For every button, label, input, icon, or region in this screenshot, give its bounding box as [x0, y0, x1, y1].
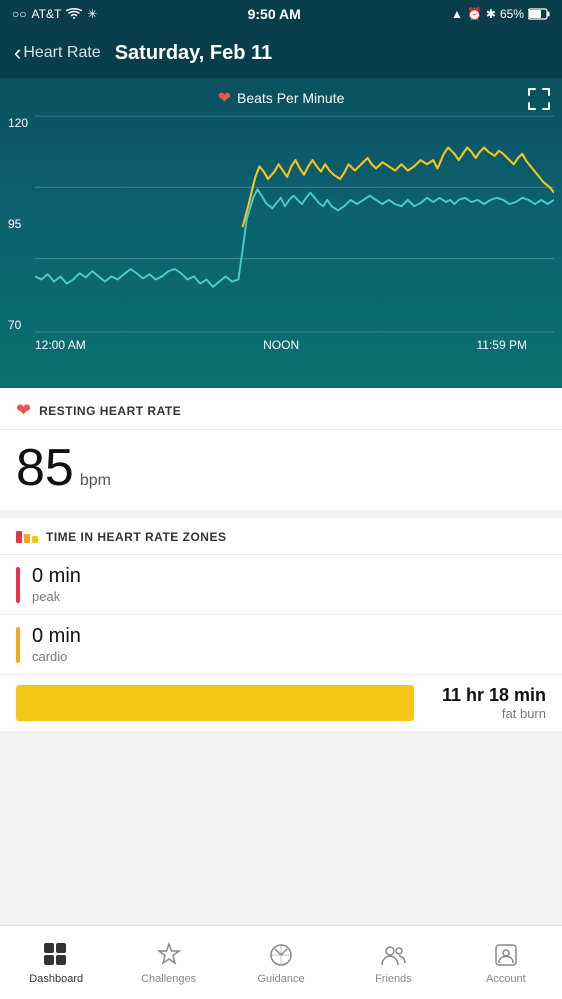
x-label-start: 12:00 AM: [35, 338, 86, 352]
peak-info: 0 min peak: [32, 565, 81, 604]
nav-header: ‹ Heart Rate Saturday, Feb 11: [0, 28, 562, 78]
heart-icon: ❤: [16, 400, 31, 421]
tab-challenges[interactable]: Challenges: [112, 935, 224, 991]
zones-icon: [16, 531, 38, 543]
peak-label: peak: [32, 589, 81, 604]
fatburn-time: 11 hr 18 min: [426, 685, 546, 706]
peak-time: 0 min: [32, 565, 81, 588]
cardio-label: cardio: [32, 649, 81, 664]
wifi-icon: [66, 8, 82, 20]
tab-account[interactable]: Account: [450, 935, 562, 991]
status-right: ▲ ⏰ ✱ 65%: [451, 7, 550, 21]
back-button[interactable]: ‹ Heart Rate: [14, 40, 101, 66]
chart-legend-label: Beats Per Minute: [237, 90, 344, 106]
zones-icon-fatburn: [32, 536, 38, 543]
y-axis-labels: 120 95 70: [8, 114, 28, 334]
y-label-95: 95: [8, 217, 28, 231]
friends-icon: [379, 941, 407, 969]
x-label-noon: NOON: [263, 338, 299, 352]
back-label: Heart Rate: [23, 44, 100, 62]
zones-section: TIME IN HEART RATE ZONES 0 min peak 0 mi…: [0, 518, 562, 731]
tab-challenges-label: Challenges: [141, 973, 196, 985]
tab-friends-label: Friends: [375, 973, 412, 985]
guidance-icon: [267, 941, 295, 969]
resting-value-row: 85 bpm: [0, 430, 562, 510]
chart-svg-container: 120 95 70: [0, 114, 562, 334]
status-left: ○○ AT&T ✳: [12, 7, 97, 21]
bluetooth-icon: ✱: [486, 7, 496, 21]
fatburn-bar: [16, 685, 414, 721]
tab-bar-spacer: [0, 759, 562, 833]
battery-percent: 65%: [500, 7, 524, 21]
carrier: AT&T: [32, 7, 62, 21]
fatburn-info: 11 hr 18 min fat burn: [426, 685, 546, 721]
resting-bpm-unit: bpm: [80, 472, 111, 490]
alarm-icon: ⏰: [467, 7, 482, 21]
x-label-end: 11:59 PM: [477, 338, 527, 352]
back-chevron: ‹: [14, 40, 21, 66]
zones-icon-peak: [16, 531, 22, 543]
chart-grid: [35, 114, 554, 334]
tab-dashboard-label: Dashboard: [29, 973, 83, 985]
zone-row-peak: 0 min peak: [0, 555, 562, 615]
resting-title: RESTING HEART RATE: [39, 404, 181, 418]
dashboard-icon: [42, 941, 70, 969]
zones-title: TIME IN HEART RATE ZONES: [46, 530, 226, 544]
x-axis-labels: 12:00 AM NOON 11:59 PM: [0, 334, 562, 352]
y-label-70: 70: [8, 318, 28, 332]
resting-bpm-value: 85: [16, 442, 74, 494]
battery-icon: [528, 8, 550, 20]
sun-icon: ✳: [87, 7, 97, 21]
bottom-spacer: [0, 739, 562, 759]
challenges-icon: [155, 941, 183, 969]
account-icon: [492, 941, 520, 969]
tab-friends[interactable]: Friends: [337, 935, 449, 991]
location-icon: ▲: [451, 7, 463, 21]
tab-dashboard[interactable]: Dashboard: [0, 935, 112, 991]
zones-header: TIME IN HEART RATE ZONES: [0, 518, 562, 555]
zone-row-cardio: 0 min cardio: [0, 615, 562, 675]
peak-indicator: [16, 567, 20, 603]
cardio-time: 0 min: [32, 625, 81, 648]
tab-guidance-label: Guidance: [257, 973, 304, 985]
resting-header: ❤ RESTING HEART RATE: [0, 388, 562, 430]
page-title: Saturday, Feb 11: [115, 42, 272, 65]
chart-legend: ❤ Beats Per Minute: [0, 88, 562, 108]
status-bar: ○○ AT&T ✳ 9:50 AM ▲ ⏰ ✱ 65%: [0, 0, 562, 28]
cardio-info: 0 min cardio: [32, 625, 81, 664]
signal-dots: ○○: [12, 7, 27, 21]
heart-legend-icon: ❤: [218, 88, 231, 108]
resting-heart-rate-section: ❤ RESTING HEART RATE 85 bpm: [0, 388, 562, 510]
tab-guidance[interactable]: Guidance: [225, 935, 337, 991]
chart-area: ❤ Beats Per Minute 120 95 70: [0, 78, 562, 388]
fatburn-label: fat burn: [426, 706, 546, 721]
zones-icon-cardio: [24, 534, 30, 543]
tab-account-label: Account: [486, 973, 526, 985]
y-label-120: 120: [8, 116, 28, 130]
tab-bar: Dashboard Challenges Guidance: [0, 925, 562, 999]
expand-button[interactable]: [528, 88, 550, 110]
cardio-indicator: [16, 627, 20, 663]
status-time: 9:50 AM: [248, 6, 301, 22]
zone-row-fatburn: 11 hr 18 min fat burn: [0, 675, 562, 731]
